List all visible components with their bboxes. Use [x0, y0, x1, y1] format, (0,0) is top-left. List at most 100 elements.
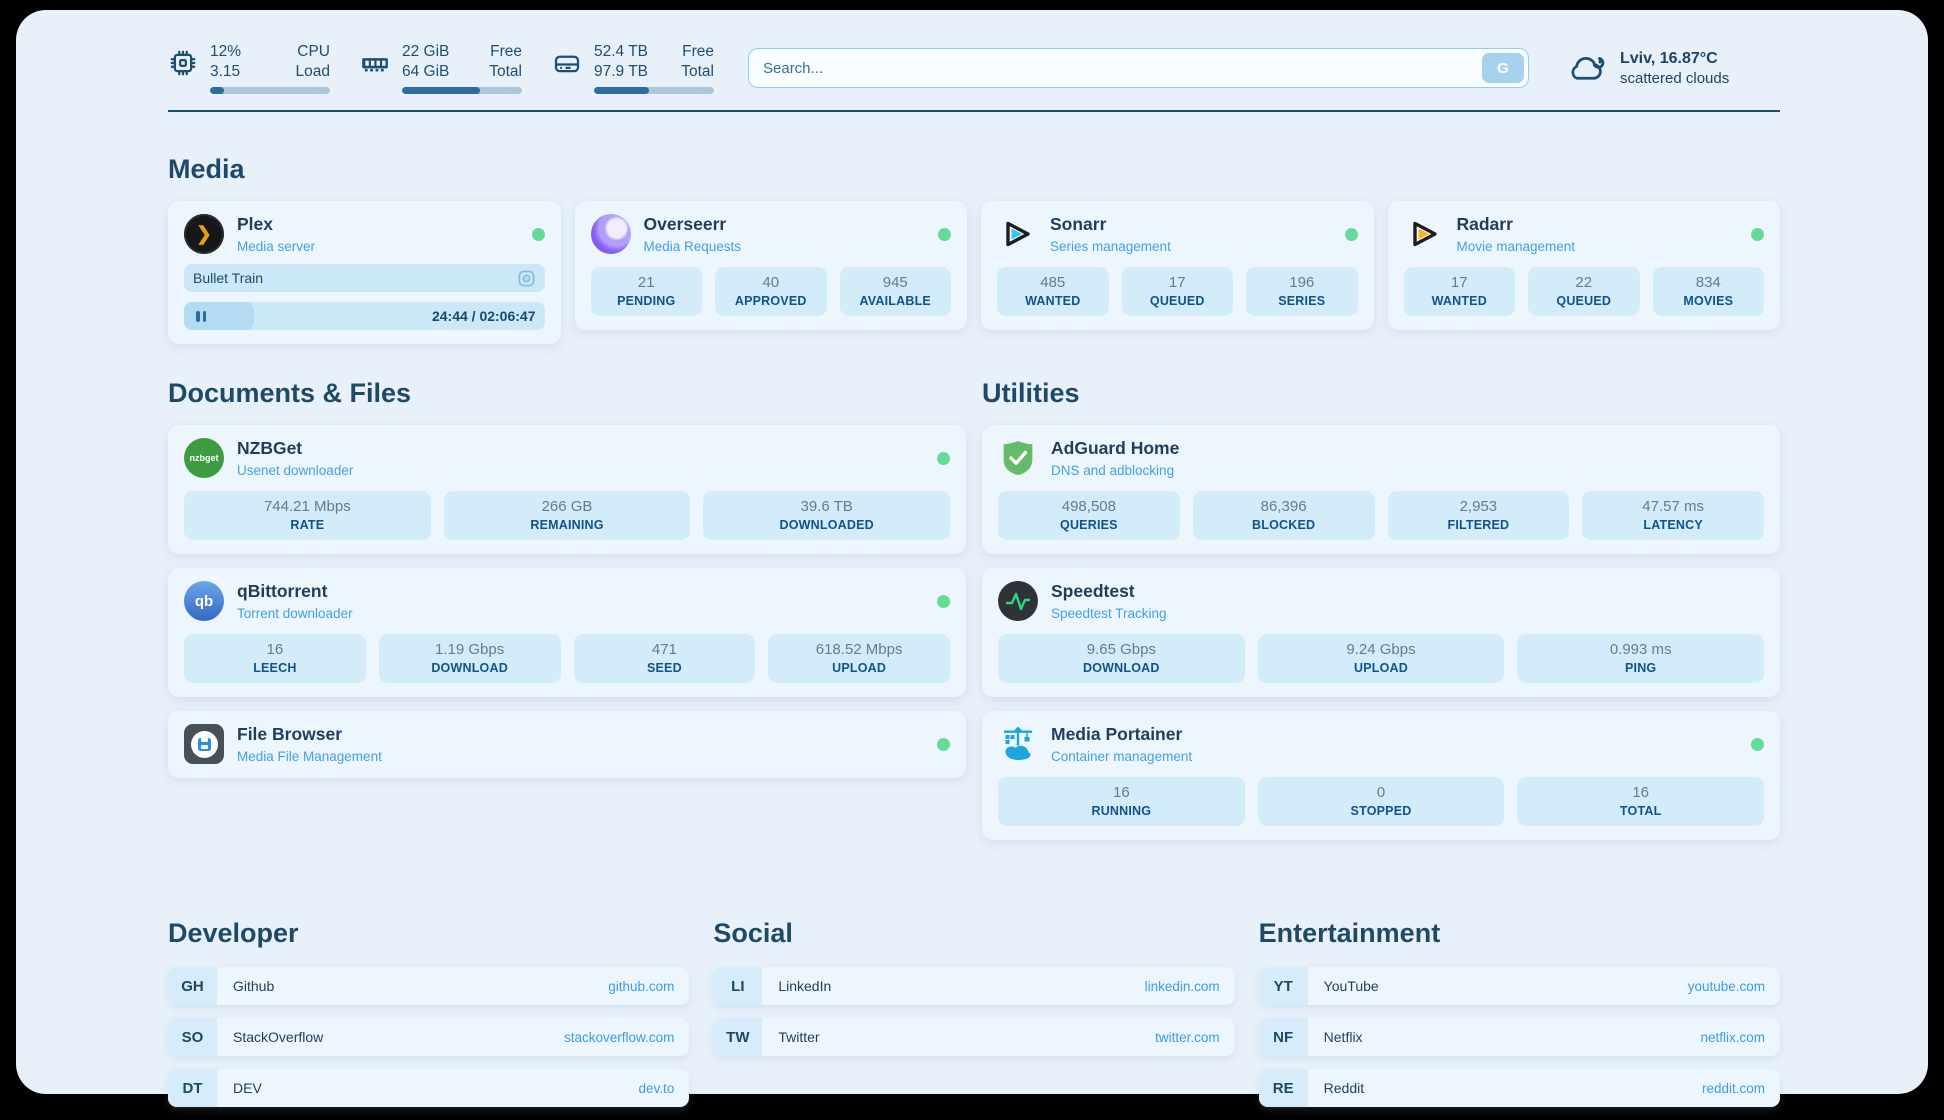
app-card-adguard[interactable]: AdGuard Home DNS and adblocking 498,508 …	[982, 425, 1780, 554]
disk-free-value: 52.4 TB	[594, 42, 648, 62]
overseerr-icon	[591, 214, 631, 254]
stat-movies: 834 MOVIES	[1653, 267, 1765, 316]
section-title-social: Social	[713, 918, 1234, 949]
stat-value: 196	[1250, 274, 1354, 291]
stat-queued: 17 QUEUED	[1122, 267, 1234, 316]
stat-label: QUEUED	[1126, 294, 1230, 308]
cpu-label: CPU	[296, 42, 330, 62]
bookmark-linkedin[interactable]: LI LinkedIn linkedin.com	[713, 967, 1234, 1005]
bookmark-dev[interactable]: DT DEV dev.to	[168, 1069, 689, 1107]
stat-value: 47.57 ms	[1586, 498, 1760, 515]
bookmark-name: Netflix	[1324, 1029, 1363, 1045]
bookmark-url[interactable]: reddit.com	[1702, 1081, 1765, 1096]
app-name[interactable]: File Browser	[237, 724, 382, 744]
app-name[interactable]: NZBGet	[237, 438, 353, 458]
stat-approved: 40 APPROVED	[715, 267, 827, 316]
bookmark-reddit[interactable]: RE Reddit reddit.com	[1259, 1069, 1780, 1107]
now-playing-title: Bullet Train	[193, 270, 263, 286]
stat-running: 16 RUNNING	[998, 777, 1245, 826]
stat-label: MOVIES	[1657, 294, 1761, 308]
adguard-icon	[998, 438, 1038, 478]
media-grid: ❯ Plex Media server Bullet Train 24:44 /…	[168, 201, 1780, 344]
bookmarks-developer: Developer GH Github github.com SO StackO…	[168, 918, 689, 1120]
app-name[interactable]: Plex	[237, 214, 315, 234]
bookmark-url[interactable]: youtube.com	[1688, 979, 1765, 994]
cloud-icon	[1565, 52, 1607, 84]
bookmark-name: Twitter	[778, 1029, 819, 1045]
status-dot	[1345, 228, 1358, 241]
app-card-plex[interactable]: ❯ Plex Media server Bullet Train 24:44 /…	[168, 201, 561, 344]
stat-value: 9.65 Gbps	[1002, 641, 1241, 658]
stat-value: 9.24 Gbps	[1262, 641, 1501, 658]
bookmark-url[interactable]: netflix.com	[1700, 1030, 1765, 1045]
ram-stat: 22 GiB 64 GiB Free Total	[360, 42, 522, 94]
app-name[interactable]: Radarr	[1457, 214, 1576, 234]
status-dot	[937, 452, 950, 465]
stat-label: SEED	[578, 661, 752, 675]
app-name[interactable]: Speedtest	[1051, 581, 1167, 601]
stat-value: 16	[188, 641, 362, 658]
bookmark-abbr: RE	[1259, 1069, 1308, 1107]
app-name[interactable]: Overseerr	[644, 214, 742, 234]
stat-value: 39.6 TB	[707, 498, 946, 515]
speedtest-icon	[998, 581, 1038, 621]
bookmark-url[interactable]: dev.to	[639, 1081, 675, 1096]
bookmark-name: DEV	[233, 1080, 262, 1096]
stat-wanted: 17 WANTED	[1404, 267, 1516, 316]
stat-value: 945	[844, 274, 948, 291]
app-desc: Media Requests	[644, 239, 742, 255]
bookmark-github[interactable]: GH Github github.com	[168, 967, 689, 1005]
search-engine-button[interactable]: G	[1482, 53, 1524, 83]
app-card-qbittorrent[interactable]: qb qBittorrent Torrent downloader 16 LEE…	[168, 568, 966, 697]
stat-value: 16	[1521, 784, 1760, 801]
stat-value: 266 GB	[448, 498, 687, 515]
stat-label: DOWNLOAD	[1002, 661, 1241, 675]
stat-label: AVAILABLE	[844, 294, 948, 308]
app-name[interactable]: Sonarr	[1050, 214, 1171, 234]
portainer-icon	[998, 724, 1038, 764]
app-card-speedtest[interactable]: Speedtest Speedtest Tracking 9.65 Gbps D…	[982, 568, 1780, 697]
app-desc: Torrent downloader	[237, 606, 353, 622]
app-card-overseerr[interactable]: Overseerr Media Requests 21 PENDING 40 A…	[575, 201, 968, 330]
stat-label: QUERIES	[1002, 518, 1176, 532]
bookmark-netflix[interactable]: NF Netflix netflix.com	[1259, 1018, 1780, 1056]
now-playing-row: Bullet Train	[184, 264, 545, 292]
ram-total-value: 64 GiB	[402, 62, 449, 82]
section-title-utilities: Utilities	[982, 378, 1780, 409]
bookmark-url[interactable]: github.com	[608, 979, 674, 994]
status-dot	[1751, 228, 1764, 241]
nzbget-icon: nzbget	[184, 438, 224, 478]
weather-location-temp: Lviv, 16.87°C	[1620, 50, 1729, 68]
pause-icon[interactable]	[196, 311, 206, 322]
app-card-filebrowser[interactable]: File Browser Media File Management	[168, 711, 966, 778]
app-card-portainer[interactable]: Media Portainer Container management 16 …	[982, 711, 1780, 840]
filebrowser-icon	[184, 724, 224, 764]
bookmark-stackoverflow[interactable]: SO StackOverflow stackoverflow.com	[168, 1018, 689, 1056]
app-desc: Media File Management	[237, 749, 382, 765]
bookmark-youtube[interactable]: YT YouTube youtube.com	[1259, 967, 1780, 1005]
stat-value: 17	[1408, 274, 1512, 291]
stat-latency: 47.57 ms LATENCY	[1582, 491, 1764, 540]
playback-progress-row: 24:44 / 02:06:47	[184, 302, 545, 330]
bookmark-abbr: YT	[1259, 967, 1308, 1005]
app-card-nzbget[interactable]: nzbget NZBGet Usenet downloader 744.21 M…	[168, 425, 966, 554]
ram-progress-bar	[402, 87, 522, 94]
bookmark-url[interactable]: stackoverflow.com	[564, 1030, 674, 1045]
bookmark-url[interactable]: twitter.com	[1155, 1030, 1220, 1045]
stat-label: LEECH	[188, 661, 362, 675]
stat-label: DOWNLOADED	[707, 518, 946, 532]
ram-icon	[360, 48, 390, 78]
disk-progress-bar	[594, 87, 714, 94]
app-card-sonarr[interactable]: Sonarr Series management 485 WANTED 17 Q…	[981, 201, 1374, 330]
search-input[interactable]	[748, 48, 1529, 88]
bookmark-url[interactable]: linkedin.com	[1145, 979, 1220, 994]
bookmark-twitter[interactable]: TW Twitter twitter.com	[713, 1018, 1234, 1056]
app-name[interactable]: Media Portainer	[1051, 724, 1192, 744]
qbittorrent-icon: qb	[184, 581, 224, 621]
app-card-radarr[interactable]: Radarr Movie management 17 WANTED 22 QUE…	[1388, 201, 1781, 330]
app-name[interactable]: AdGuard Home	[1051, 438, 1179, 458]
cpu-usage-value: 12%	[210, 42, 241, 62]
bookmark-abbr: GH	[168, 967, 217, 1005]
status-dot	[532, 228, 545, 241]
app-name[interactable]: qBittorrent	[237, 581, 353, 601]
